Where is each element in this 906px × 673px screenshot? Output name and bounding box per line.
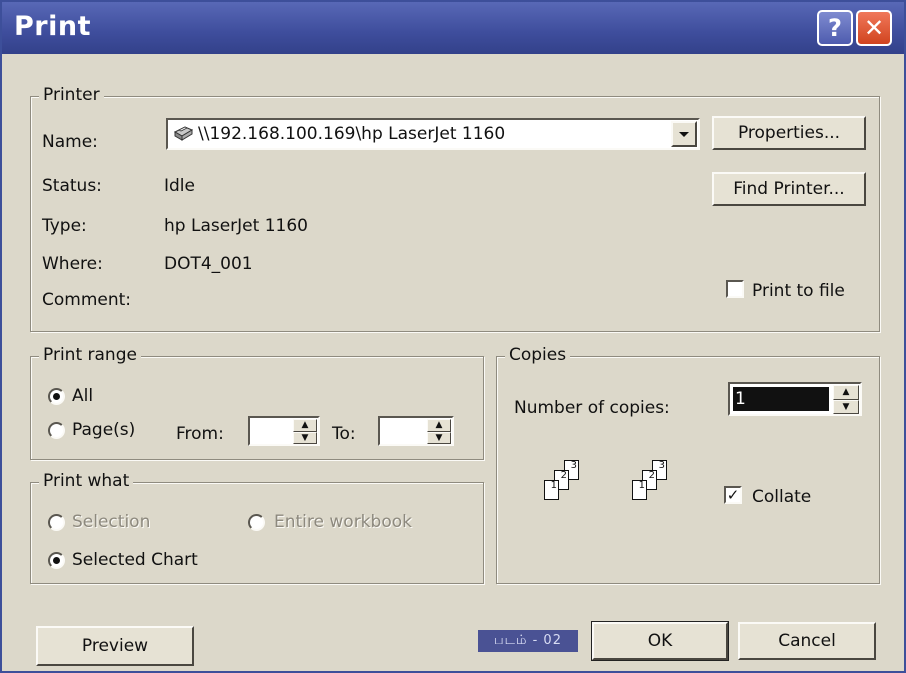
to-label: To: [332,424,356,444]
page-sheet: 1 [632,480,647,500]
copies-value: 1 [733,387,829,411]
type-label: Type: [42,216,87,236]
status-label: Status: [42,176,102,196]
selection-label[interactable]: Selection [72,512,150,532]
to-spin-up[interactable]: ▲ [427,419,451,432]
radio-dot [53,557,60,564]
printer-legend: Printer [39,85,104,105]
print-to-file-checkbox[interactable] [726,280,744,298]
collate-checkbox[interactable]: ✓ [724,486,742,504]
pages-radio[interactable] [48,422,65,439]
copies-legend: Copies [505,345,571,365]
find-printer-button[interactable]: Find Printer... [712,172,866,206]
status-value: Idle [164,176,195,196]
number-of-copies-label: Number of copies: [514,398,670,418]
comment-label: Comment: [42,290,132,310]
preview-button[interactable]: Preview [36,626,194,666]
all-radio[interactable] [48,388,65,405]
where-value: DOT4_001 [164,254,253,274]
selected-chart-label[interactable]: Selected Chart [72,550,198,570]
from-spin-up[interactable]: ▲ [293,419,317,432]
to-spin-down[interactable]: ▼ [427,432,451,444]
printer-name-select[interactable]: \\192.168.100.169\hp LaserJet 1160 [166,118,700,150]
selected-chart-radio[interactable] [48,552,65,569]
help-icon[interactable]: ? [817,10,853,46]
print-range-legend: Print range [39,345,141,365]
entire-workbook-radio[interactable] [248,514,265,531]
dialog-title: Print [14,11,91,42]
type-value: hp LaserJet 1160 [164,216,308,236]
pages-label[interactable]: Page(s) [72,420,135,440]
from-label: From: [176,424,224,444]
copies-spin-down[interactable]: ▼ [833,400,859,414]
entire-workbook-label[interactable]: Entire workbook [274,512,412,532]
printer-name-value: \\192.168.100.169\hp LaserJet 1160 [198,124,506,144]
all-label[interactable]: All [72,386,93,406]
chevron-down-icon[interactable] [671,121,697,147]
from-spin-down[interactable]: ▼ [293,432,317,444]
title-bar[interactable]: Print ? ✕ [2,2,904,54]
ok-button[interactable]: OK [591,621,729,661]
from-field[interactable]: ▲ ▼ [248,416,320,446]
name-label: Name: [42,132,98,152]
collate-pages-icon: 3 2 1 3 2 1 [532,454,702,524]
copies-field[interactable]: 1 ▲ ▼ [728,382,862,416]
to-field[interactable]: ▲ ▼ [378,416,454,446]
copies-spin-up[interactable]: ▲ [833,385,859,400]
selection-radio[interactable] [48,514,65,531]
print-what-legend: Print what [39,471,134,491]
print-dialog: Print ? ✕ Printer Name: \\192.168.100.16… [0,0,906,673]
close-icon[interactable]: ✕ [856,10,892,46]
printer-icon [172,125,194,143]
where-label: Where: [42,254,103,274]
figure-caption-badge: படம் - 02 [478,630,578,652]
collate-label[interactable]: Collate [752,487,811,507]
page-sheet: 1 [544,480,559,500]
print-to-file-label[interactable]: Print to file [752,281,845,301]
properties-button[interactable]: Properties... [712,116,866,150]
radio-dot [53,393,60,400]
cancel-button[interactable]: Cancel [738,622,876,660]
